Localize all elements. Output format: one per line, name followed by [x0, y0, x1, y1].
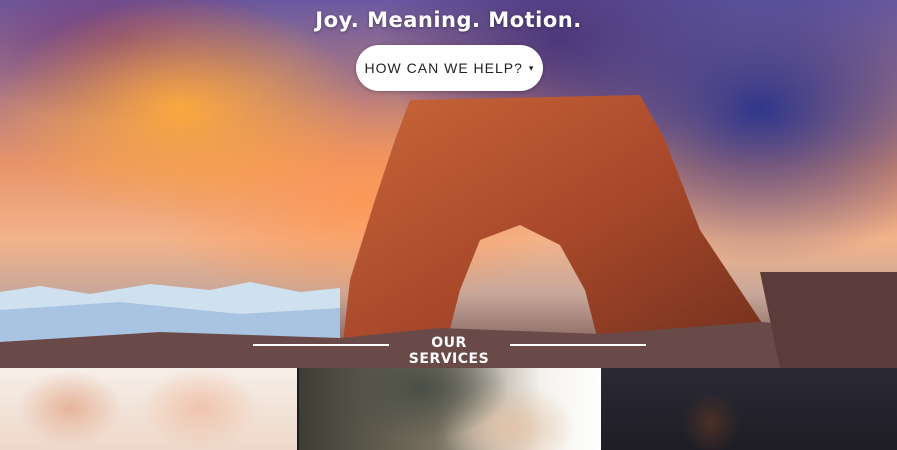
service-tile-person[interactable]: [299, 368, 601, 450]
caret-down-icon: ▾: [528, 62, 535, 73]
services-tiles: [0, 368, 897, 450]
how-can-we-help-button[interactable]: HOW CAN WE HELP? ▾: [356, 45, 543, 91]
help-button-label: HOW CAN WE HELP?: [364, 60, 523, 76]
services-title: OUR SERVICES: [408, 335, 490, 367]
services-divider-right: [510, 344, 646, 346]
services-heading: OUR SERVICES: [0, 334, 897, 367]
service-tile-couple[interactable]: [601, 368, 897, 450]
service-tile-hands[interactable]: [0, 368, 297, 450]
hero-headline: Joy. Meaning. Motion.: [315, 8, 582, 32]
services-divider-left: [253, 344, 389, 346]
